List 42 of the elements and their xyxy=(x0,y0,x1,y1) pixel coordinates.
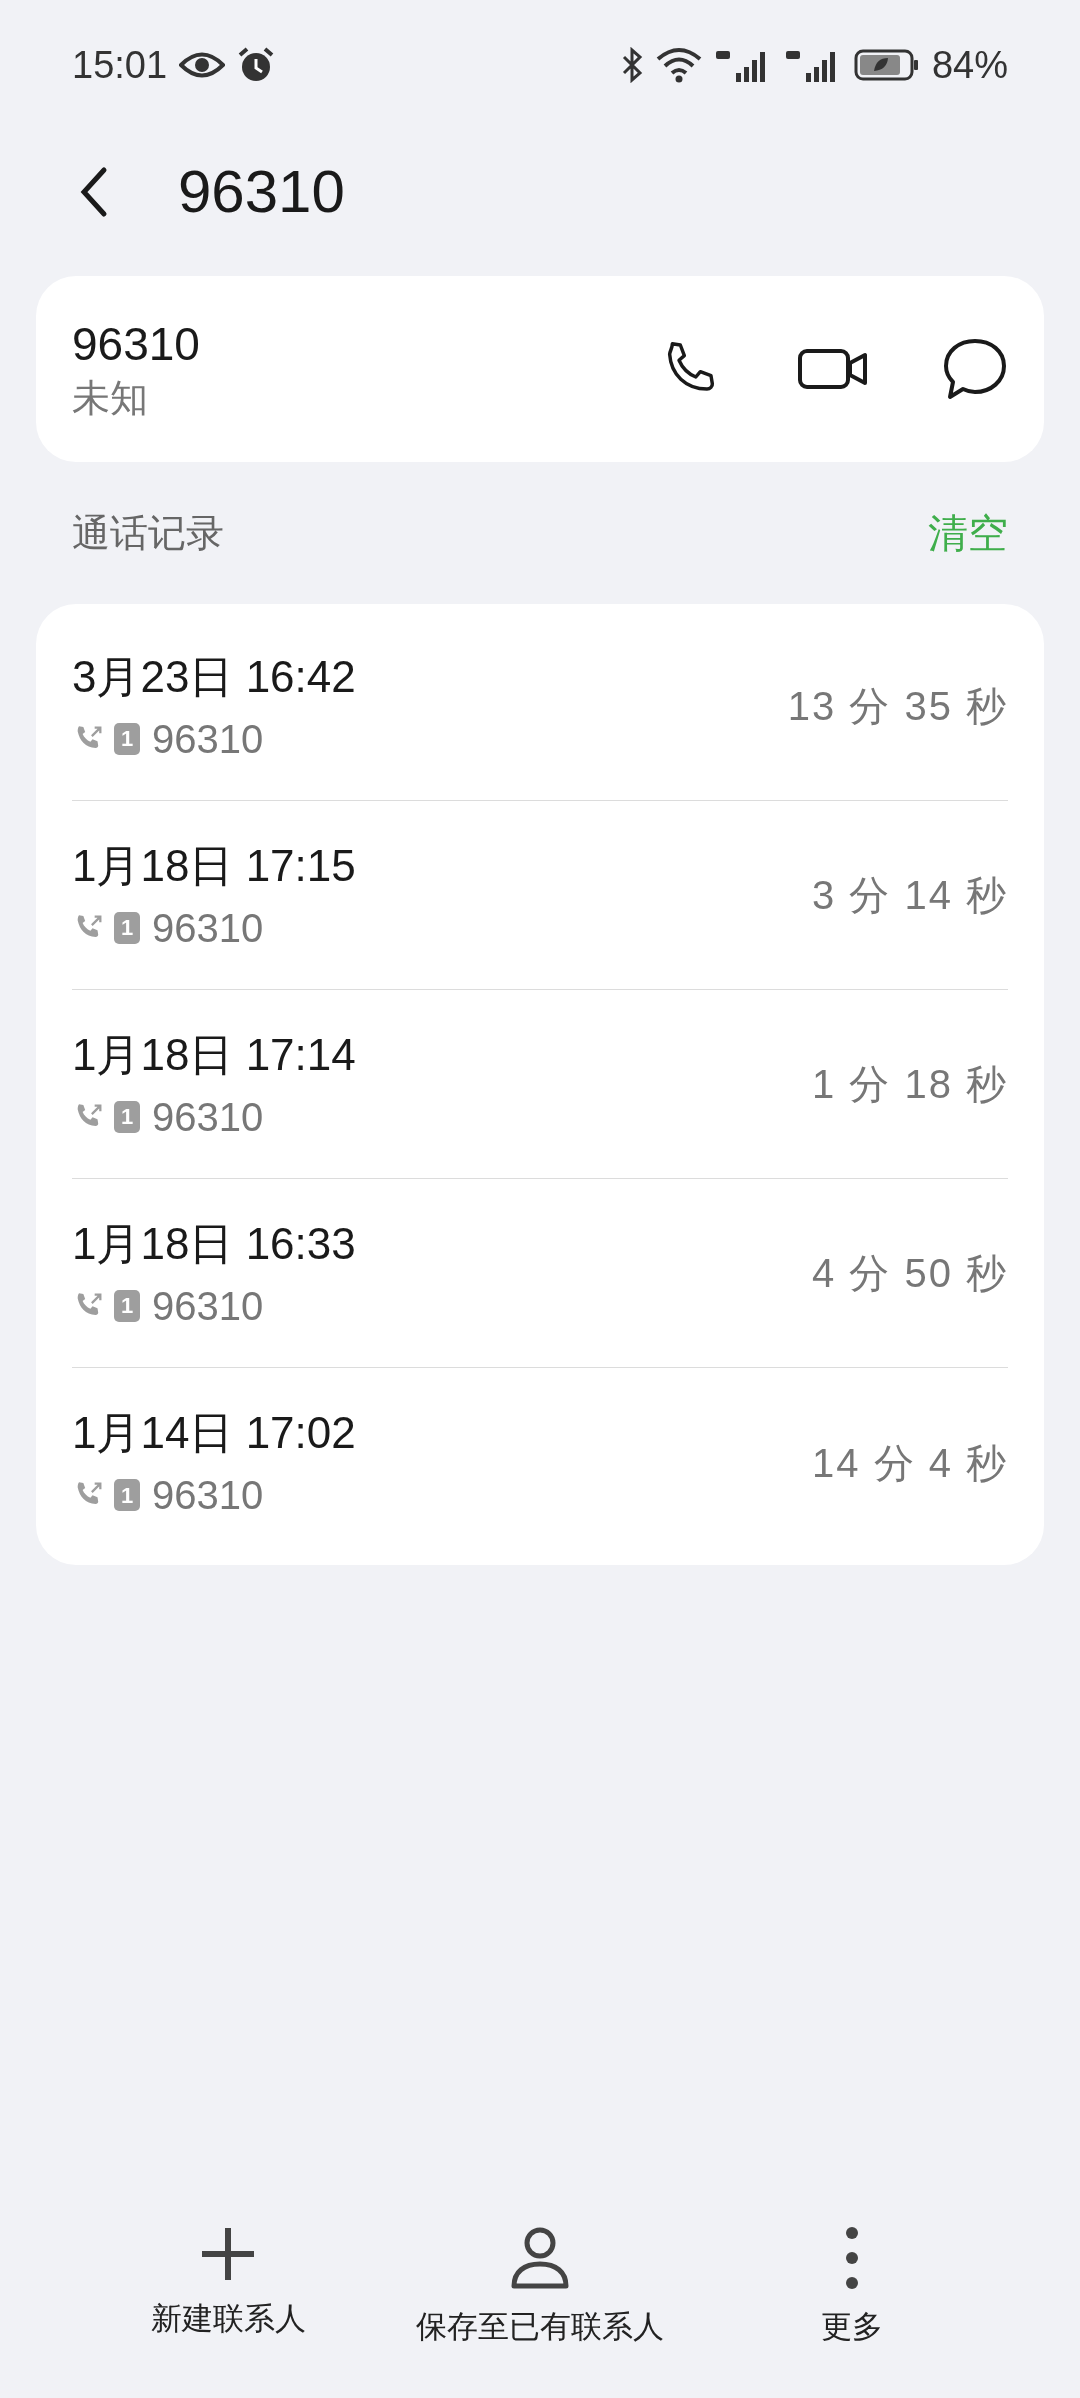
battery-level: 84% xyxy=(931,42,1008,88)
call-log-item[interactable]: 1月18日 17:14 1 96310 1 分 18 秒 xyxy=(72,990,1008,1179)
call-log-item[interactable]: 1月14日 17:02 1 96310 14 分 4 秒 xyxy=(72,1368,1008,1557)
more-icon xyxy=(845,2225,859,2290)
call-datetime: 1月18日 17:14 xyxy=(72,1028,356,1081)
plus-icon xyxy=(200,2225,256,2282)
call-log-item[interactable]: 1月18日 17:15 1 96310 3 分 14 秒 xyxy=(72,801,1008,990)
call-datetime: 1月14日 17:02 xyxy=(72,1407,356,1459)
call-datetime: 1月18日 16:33 xyxy=(72,1217,356,1270)
alarm-icon xyxy=(237,46,276,84)
contact-number: 96310 xyxy=(72,321,200,367)
toolbar-button[interactable]: 新建联系人 xyxy=(72,2225,384,2350)
sim-badge: 1 xyxy=(114,911,140,944)
eye-icon xyxy=(179,50,226,80)
status-time: 15:01 xyxy=(72,42,168,88)
call-number: 96310 xyxy=(152,904,264,952)
page-title: 96310 xyxy=(178,157,345,227)
call-duration: 3 分 14 秒 xyxy=(811,872,1008,919)
call-number: 96310 xyxy=(152,1472,264,1519)
call-datetime: 1月18日 17:15 xyxy=(72,839,356,892)
wifi-icon xyxy=(655,47,702,83)
call-number: 96310 xyxy=(152,1282,264,1330)
call-duration: 4 分 50 秒 xyxy=(811,1250,1008,1297)
call-duration: 13 分 35 秒 xyxy=(787,683,1008,730)
contact-label: 未知 xyxy=(72,379,149,417)
call-number: 96310 xyxy=(152,715,264,763)
toolbar-button[interactable]: 更多 xyxy=(696,2225,1008,2350)
message-button[interactable] xyxy=(942,336,1008,402)
person-icon xyxy=(510,2225,570,2290)
sim-badge: 1 xyxy=(114,1289,140,1322)
sim-badge: 1 xyxy=(114,1479,140,1511)
call-number: 96310 xyxy=(152,1093,264,1141)
call-datetime: 3月23日 16:42 xyxy=(72,650,356,703)
call-duration: 1 分 18 秒 xyxy=(811,1061,1008,1108)
section-title: 通话记录 xyxy=(72,510,224,556)
call-duration: 14 分 4 秒 xyxy=(811,1439,1008,1487)
battery-icon xyxy=(853,48,920,82)
call-log-item[interactable]: 1月18日 16:33 1 96310 4 分 50 秒 xyxy=(72,1179,1008,1368)
sim-badge: 1 xyxy=(114,1100,140,1133)
call-log-item[interactable]: 3月23日 16:42 1 96310 13 分 35 秒 xyxy=(72,612,1008,801)
sim-badge: 1 xyxy=(114,722,140,755)
toolbar-button[interactable]: 保存至已有联系人 xyxy=(384,2225,696,2350)
